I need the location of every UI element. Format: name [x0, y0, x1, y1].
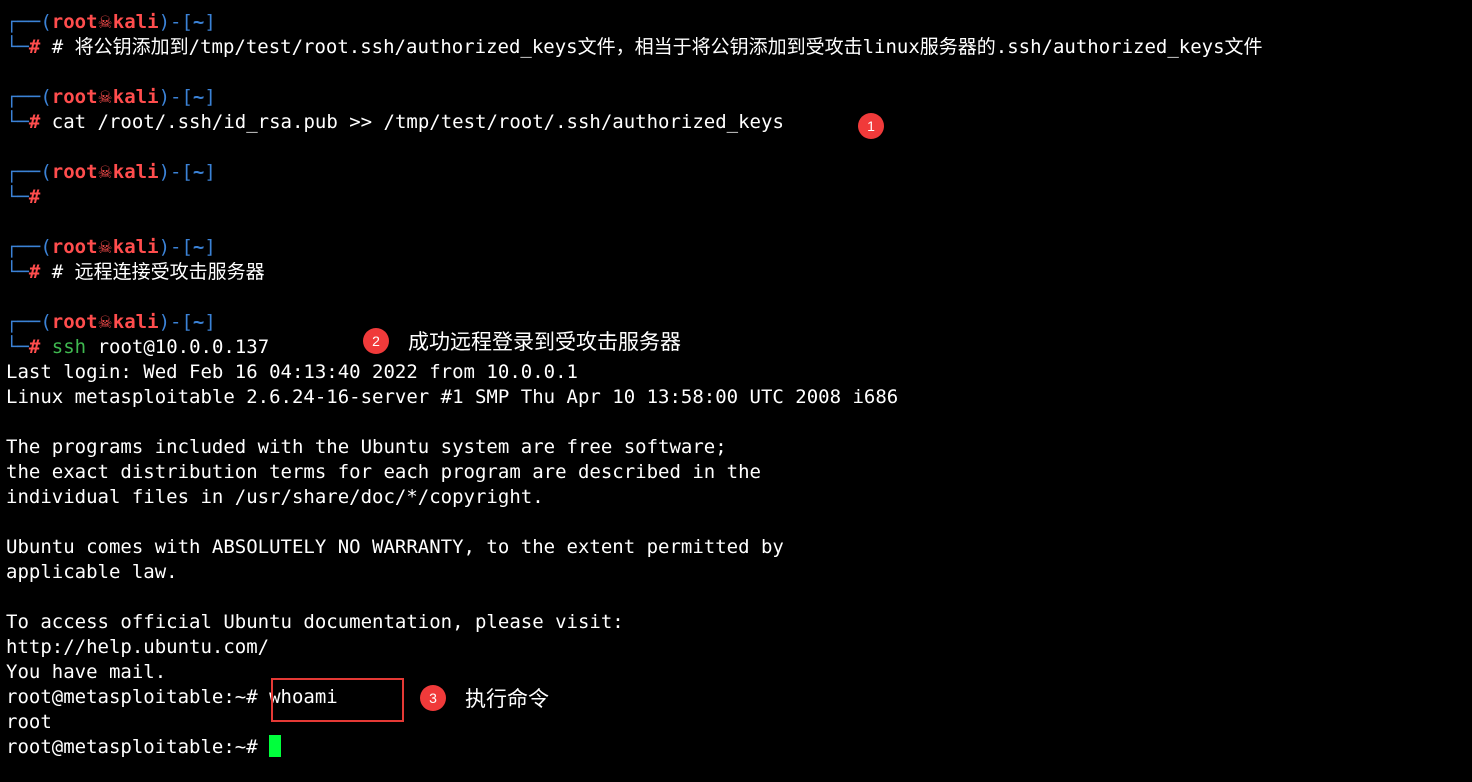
- output-line: To access official Ubuntu documentation,…: [6, 611, 624, 633]
- command-name: ssh: [51, 336, 87, 358]
- prompt-box-top: ┌──: [6, 11, 41, 33]
- prompt-hash: #: [28, 36, 41, 58]
- command-text: cat /root/.ssh/id_rsa.pub >> /tmp/test/r…: [40, 111, 784, 133]
- whoami-highlight-box: [271, 678, 404, 722]
- skull-icon: ☠: [97, 238, 113, 258]
- remote-active-line[interactable]: root@metasploitable:~#: [6, 734, 1466, 760]
- prompt-header: ┌──(root☠kali)-[~]: [6, 11, 216, 33]
- output-line: The programs included with the Ubuntu sy…: [6, 436, 727, 458]
- remote-prompt: root@metasploitable:~#: [6, 736, 258, 758]
- output-line: the exact distribution terms for each pr…: [6, 461, 761, 483]
- command-line: └─# ssh root@10.0.0.137: [6, 336, 270, 358]
- command-text: # 将公钥添加到/tmp/test/root.ssh/authorized_ke…: [40, 36, 1263, 58]
- prompt-user: root: [51, 11, 98, 33]
- output-line: Linux metasploitable 2.6.24-16-server #1…: [6, 386, 899, 408]
- output-line: You have mail.: [6, 661, 167, 683]
- skull-icon: ☠: [97, 163, 113, 183]
- command-line: └─# # 将公钥添加到/tmp/test/root.ssh/authorize…: [6, 36, 1263, 58]
- skull-icon: ☠: [97, 88, 113, 108]
- output-line: http://help.ubuntu.com/: [6, 636, 270, 658]
- output-line: individual files in /usr/share/doc/*/cop…: [6, 486, 544, 508]
- terminal-cursor[interactable]: [269, 734, 282, 757]
- output-line: applicable law.: [6, 561, 178, 583]
- command-line: └─# # 远程连接受攻击服务器: [6, 261, 265, 283]
- prompt-header: ┌──(root☠kali)-[~]: [6, 161, 216, 183]
- command-line: └─# cat /root/.ssh/id_rsa.pub >> /tmp/te…: [6, 111, 784, 133]
- output-line: Ubuntu comes with ABSOLUTELY NO WARRANTY…: [6, 536, 784, 558]
- remote-command-line: root@metasploitable:~# whoami: [6, 685, 1466, 710]
- output-line: Last login: Wed Feb 16 04:13:40 2022 fro…: [6, 361, 578, 383]
- skull-icon: ☠: [97, 13, 113, 33]
- remote-result: root: [6, 711, 52, 733]
- prompt-host: kali: [112, 11, 159, 33]
- prompt-header: ┌──(root☠kali)-[~]: [6, 311, 216, 333]
- prompt-dir: ~: [192, 11, 205, 33]
- remote-prompt: root@metasploitable:~#: [6, 686, 258, 708]
- command-args: root@10.0.0.137: [86, 336, 270, 358]
- annotation-badge-2: 2: [363, 328, 389, 354]
- annotation-badge-1: 1: [858, 113, 884, 139]
- annotation-badge-3: 3: [420, 685, 446, 711]
- annotation-note-2: 成功远程登录到受攻击服务器: [408, 330, 681, 354]
- skull-icon: ☠: [97, 313, 113, 333]
- annotation-note-3: 执行命令: [465, 687, 549, 711]
- terminal-window[interactable]: ┌──(root☠kali)-[~] └─# # 将公钥添加到/tmp/test…: [6, 10, 1466, 760]
- prompt-header: ┌──(root☠kali)-[~]: [6, 86, 216, 108]
- command-text: # 远程连接受攻击服务器: [40, 261, 265, 283]
- prompt-header: ┌──(root☠kali)-[~]: [6, 236, 216, 258]
- command-line: └─#: [6, 186, 41, 208]
